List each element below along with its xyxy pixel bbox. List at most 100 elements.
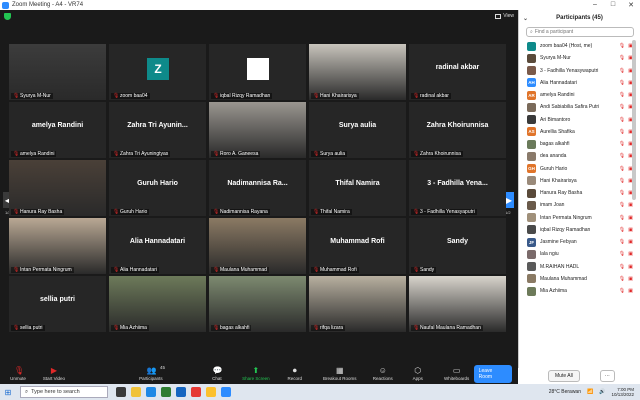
participant-row[interactable]: imam Joan 🎙 ▣ bbox=[519, 199, 635, 211]
tile-participant-name: Alia Hannadatari bbox=[120, 267, 157, 273]
participant-row[interactable]: AH Alia Hannadatari 🎙 ▣ bbox=[519, 77, 635, 89]
weather-text[interactable]: 28°C Berawan bbox=[549, 389, 581, 395]
participant-video bbox=[9, 44, 106, 100]
taskbar-search[interactable]: ⌕ Type here to search bbox=[20, 386, 108, 398]
participant-row[interactable]: bagas alkahfi 🎙 ▣ bbox=[519, 138, 635, 150]
record-button[interactable]: ⏺ Record bbox=[282, 362, 308, 386]
participant-status-icons: 🎙 ▣ bbox=[619, 178, 633, 184]
participant-row[interactable]: AR amelya Randini 🎙 ▣ bbox=[519, 89, 635, 101]
participant-row[interactable]: iqbal Rizqy Ramadhan 🎙 ▣ bbox=[519, 224, 635, 236]
close-button[interactable]: ✕ bbox=[622, 1, 640, 9]
participant-row[interactable]: 3 - Fadhilla Yenasywaputri 🎙 ▣ bbox=[519, 65, 635, 77]
participant-row[interactable]: AS Aurellia Shafika 🎙 ▣ bbox=[519, 126, 635, 138]
video-tile[interactable]: Sandy 🎙 Sandy bbox=[409, 218, 506, 274]
participant-row[interactable]: Ari Bimantoro 🎙 ▣ bbox=[519, 114, 635, 126]
video-tile[interactable]: 🎙 Mia Azhiima bbox=[109, 276, 206, 332]
chat-button[interactable]: 💬 Chat bbox=[204, 362, 230, 386]
participant-row[interactable]: Hani Khairarisya 🎙 ▣ bbox=[519, 175, 635, 187]
participants-scrollbar[interactable] bbox=[632, 40, 636, 200]
record-icon: ⏺ bbox=[292, 366, 297, 375]
leave-room-button[interactable]: Leave Room bbox=[473, 365, 512, 383]
volume-icon[interactable]: 🔊 bbox=[599, 389, 605, 395]
participant-status-icons: 🎙 ▣ bbox=[619, 288, 633, 294]
participant-row[interactable]: zoom baa04 (Host, me) 🎙 ▣ bbox=[519, 40, 635, 52]
participant-name: Intan Permata Ningrum bbox=[540, 214, 592, 221]
video-tile[interactable]: 🎙 Roro A. Ganeesa bbox=[209, 102, 306, 158]
zoom-app-icon[interactable] bbox=[221, 387, 231, 397]
video-tile[interactable]: sellia putri 🎙 sellia putri bbox=[9, 276, 106, 332]
video-tile[interactable]: 🎙 Hanura Ray Basha bbox=[9, 160, 106, 216]
collapse-chevron-icon[interactable]: ⌄ bbox=[523, 15, 528, 22]
participant-avatar bbox=[527, 200, 536, 210]
participant-row[interactable]: Maulana Muhammad 🎙 ▣ bbox=[519, 273, 635, 285]
video-tile[interactable]: Zahra Tri Ayunin... 🎙 Zahra Tri Ayuningtya… bbox=[109, 102, 206, 158]
edge-browser-icon[interactable] bbox=[146, 387, 156, 397]
muted-mic-icon: 🎙 bbox=[618, 165, 626, 172]
video-tile[interactable]: amelya Randini 🎙 amelya Randini bbox=[9, 102, 106, 158]
participant-row[interactable]: JF Jasmine Febyan 🎙 ▣ bbox=[519, 236, 635, 248]
video-tile[interactable]: Muhammad Rofi 🎙 Muhammad Rofi bbox=[309, 218, 406, 274]
participant-row[interactable]: Hanura Ray Basha 🎙 ▣ bbox=[519, 187, 635, 199]
video-tile[interactable]: Z 🎙 zoom baa04 bbox=[109, 44, 206, 100]
tile-name-footer: 🎙 Maulana Muhammad bbox=[211, 267, 269, 273]
tile-participant-name: Mia Azhiima bbox=[120, 325, 147, 331]
network-icon[interactable]: 📶 bbox=[587, 389, 593, 395]
start-video-button[interactable]: ▶ Start Video bbox=[36, 362, 72, 386]
video-tile[interactable]: 🎙 Intan Permata Ningrum bbox=[9, 218, 106, 274]
video-tile[interactable]: 🎙 Maulana Muhammad bbox=[209, 218, 306, 274]
video-tile[interactable]: Surya aulia 🎙 Surya aulia bbox=[309, 102, 406, 158]
video-tile[interactable]: 🎙 rifqa lizara bbox=[309, 276, 406, 332]
windows-start-icon[interactable]: ⊞ bbox=[0, 384, 16, 400]
file-explorer-icon[interactable] bbox=[131, 387, 141, 397]
participant-row[interactable]: Intan Permata Ningrum 🎙 ▣ bbox=[519, 212, 635, 224]
tile-name-footer: 🎙 bagas alkahfi bbox=[211, 325, 252, 331]
apps-button[interactable]: ⬡ Apps bbox=[406, 362, 430, 386]
participants-button[interactable]: 👥 Participants 45 bbox=[120, 362, 182, 386]
word-icon[interactable] bbox=[176, 387, 186, 397]
video-tile[interactable]: 🎙 Syurya M-Nur bbox=[9, 44, 106, 100]
view-button[interactable]: View bbox=[495, 13, 514, 19]
tile-participant-name: Syurya M-Nur bbox=[20, 93, 51, 99]
title-bar: Zoom Meeting - A4 - VR74 – □ ✕ bbox=[0, 0, 640, 10]
video-tile[interactable]: 🎙 iqbal Rizqy Ramadhan bbox=[209, 44, 306, 100]
share-screen-button[interactable]: ⬆ Share Screen bbox=[238, 362, 274, 386]
unmute-button[interactable]: 🎙 Unmute bbox=[0, 362, 36, 386]
video-tile[interactable]: Thifal Namira 🎙 Thifal Namira bbox=[309, 160, 406, 216]
video-tile[interactable]: Guruh Hario 🎙 Guruh Hario bbox=[109, 160, 206, 216]
participant-row[interactable]: Syurya M-Nur 🎙 ▣ bbox=[519, 52, 635, 64]
video-tile[interactable]: 🎙 Hani Khairarisya bbox=[309, 44, 406, 100]
minimize-button[interactable]: – bbox=[586, 1, 604, 9]
video-tile[interactable]: Zahra Khoirunnisa 🎙 Zahra Khoirunnisa bbox=[409, 102, 506, 158]
participant-row[interactable]: GH Guruh Hario 🎙 ▣ bbox=[519, 163, 635, 175]
video-tile[interactable]: 🎙 Naufal Maulana Ramadhan bbox=[409, 276, 506, 332]
video-tile[interactable]: 🎙 bagas alkahfi bbox=[209, 276, 306, 332]
participant-row[interactable]: dea ananda 🎙 ▣ bbox=[519, 150, 635, 162]
reactions-button[interactable]: ☺ Reactions bbox=[368, 362, 398, 386]
participant-row[interactable]: M.RAIHAN HADL 🎙 ▣ bbox=[519, 261, 635, 273]
unmute-label: Unmute bbox=[10, 376, 26, 381]
more-options-button[interactable]: ··· bbox=[599, 370, 615, 382]
participant-name: Guruh Hario bbox=[540, 165, 568, 172]
video-tile[interactable]: 3 - Fadhilla Yena... 🎙 3 - Fadhilla Yenasy… bbox=[409, 160, 506, 216]
participant-row[interactable]: Mia Azhiima 🎙 ▣ bbox=[519, 285, 635, 297]
whiteboards-button[interactable]: ▭ Whiteboards bbox=[440, 362, 474, 386]
mute-all-button[interactable]: Mute All bbox=[548, 370, 580, 382]
video-tile[interactable]: Alia Hannadatari 🎙 Alia Hannadatari bbox=[109, 218, 206, 274]
muted-mic-icon: 🎙 bbox=[618, 190, 626, 197]
breakout-rooms-button[interactable]: ▦ Breakout Rooms bbox=[320, 362, 360, 386]
task-view-icon[interactable] bbox=[116, 387, 126, 397]
folder-icon[interactable] bbox=[206, 387, 216, 397]
participant-search[interactable]: ⌕ bbox=[526, 27, 634, 37]
participant-search-input[interactable] bbox=[534, 29, 625, 35]
participant-row[interactable]: lala ngiu 🎙 ▣ bbox=[519, 248, 635, 260]
excel-icon[interactable] bbox=[161, 387, 171, 397]
participant-avatar bbox=[527, 41, 536, 51]
video-tile[interactable]: radinal akbar 🎙 radinal akbar bbox=[409, 44, 506, 100]
chrome-icon[interactable] bbox=[191, 387, 201, 397]
clock[interactable]: 7:00 PM 10/13/2022 bbox=[611, 387, 634, 397]
security-shield-icon[interactable] bbox=[4, 12, 11, 20]
tile-participant-name: radinal akbar bbox=[420, 93, 449, 99]
video-tile[interactable]: Nadimannisa Ra... 🎙 Nadimannisa Rayana bbox=[209, 160, 306, 216]
participant-row[interactable]: Andi Sabiabilia Safira Putri 🎙 ▣ bbox=[519, 101, 635, 113]
maximize-button[interactable]: □ bbox=[604, 1, 622, 9]
